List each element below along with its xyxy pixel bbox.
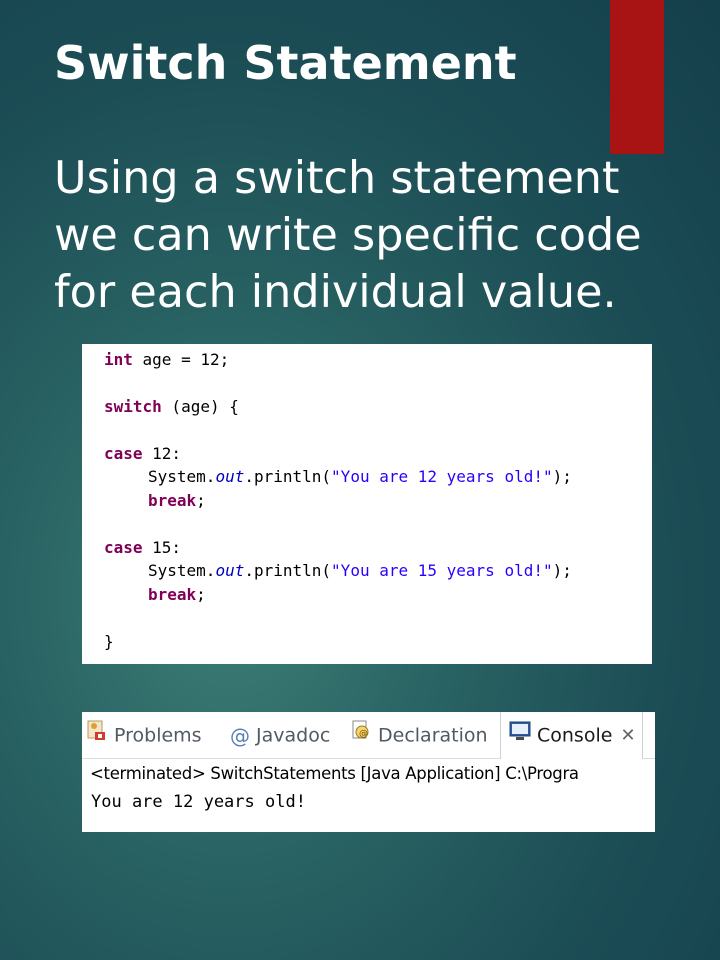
code-line-println-12: System.out.println("You are 12 years old…	[148, 465, 572, 489]
code-keyword: int	[104, 350, 133, 369]
tab-label: Problems	[114, 724, 202, 747]
code-field: out	[215, 561, 245, 580]
code-keyword: case	[104, 538, 143, 557]
code-line-closing-brace: }	[104, 632, 114, 651]
code-text: ;	[196, 491, 206, 510]
problems-icon	[86, 713, 108, 759]
tab-problems[interactable]: Problems	[86, 712, 202, 758]
tab-console[interactable]: Console ✕	[500, 712, 643, 759]
code-field: out	[215, 467, 245, 486]
tab-declaration[interactable]: @ Declaration	[350, 712, 488, 758]
code-snippet: int age = 12; switch (age) { case 12: Sy…	[82, 344, 652, 664]
code-text: );	[552, 467, 572, 486]
code-line-break-2: break;	[148, 583, 206, 607]
terminated-status: <terminated> SwitchStatements [Java Appl…	[90, 764, 579, 783]
at-sign-icon: @	[230, 723, 250, 748]
code-text: .println(	[244, 467, 332, 486]
code-string: "You are 12 years old!"	[331, 467, 553, 486]
console-icon	[509, 713, 531, 759]
code-keyword: break	[148, 585, 197, 604]
accent-bar	[610, 0, 664, 154]
code-text: (age) {	[161, 397, 239, 416]
code-text: 12:	[142, 444, 182, 463]
code-text: age = 12;	[132, 350, 230, 369]
svg-text:@: @	[359, 729, 368, 739]
code-line-println-15: System.out.println("You are 15 years old…	[148, 559, 572, 583]
declaration-icon: @	[350, 713, 372, 759]
code-line-switch: switch (age) {	[104, 395, 239, 419]
tab-label: Declaration	[378, 724, 488, 747]
code-text: .println(	[244, 561, 332, 580]
code-text: System.	[148, 467, 216, 486]
code-text: ;	[196, 585, 206, 604]
console-output: You are 12 years old!	[91, 792, 306, 812]
console-view: Problems @ Javadoc @ Declaration Console…	[82, 712, 655, 832]
tab-label: Console	[537, 724, 613, 747]
code-line-declaration: int age = 12;	[104, 348, 229, 372]
code-keyword: switch	[104, 397, 162, 416]
view-tab-bar: Problems @ Javadoc @ Declaration Console…	[82, 712, 655, 759]
code-text: 15:	[142, 538, 182, 557]
tab-label: Javadoc	[256, 724, 331, 747]
code-string: "You are 15 years old!"	[331, 561, 553, 580]
slide-title: Switch Statement	[54, 36, 517, 90]
slide-body-text: Using a switch statement we can write sp…	[54, 153, 642, 318]
code-keyword: break	[148, 491, 197, 510]
code-line-case-15: case 15:	[104, 536, 181, 560]
code-keyword: case	[104, 444, 143, 463]
code-line-case-12: case 12:	[104, 442, 181, 466]
code-text: );	[552, 561, 572, 580]
close-icon[interactable]: ✕	[620, 725, 635, 746]
code-text: System.	[148, 561, 216, 580]
code-line-break-1: break;	[148, 489, 206, 513]
tab-javadoc[interactable]: @ Javadoc	[230, 712, 330, 758]
